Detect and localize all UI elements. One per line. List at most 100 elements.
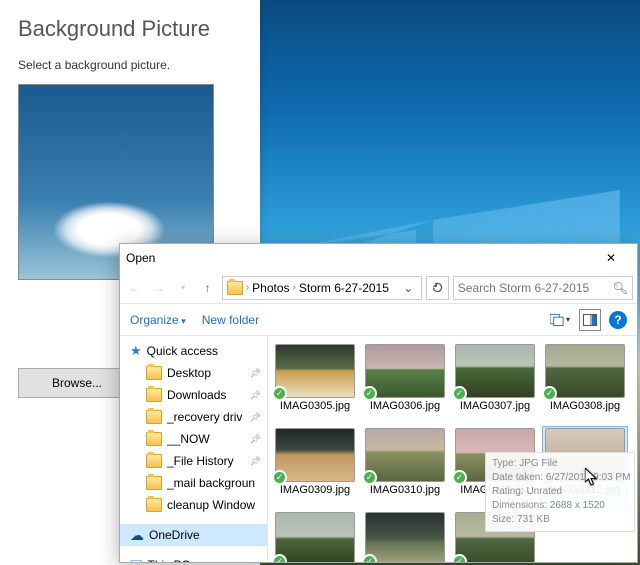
file-name: IMAG0312.jpg [550, 484, 620, 496]
search-icon[interactable]: 🔍︎ [613, 281, 628, 295]
sync-check-icon: ✓ [452, 386, 467, 401]
file-name: IMAG0308.jpg [550, 400, 620, 412]
preview-pane-icon[interactable] [579, 309, 601, 331]
tree-item[interactable]: Desktop 📌︎ [120, 362, 267, 384]
sync-check-icon: ✓ [452, 554, 467, 562]
tree-label: Quick access [147, 344, 218, 358]
close-button[interactable]: ✕ [591, 246, 631, 270]
tree-item[interactable]: _File History 📌︎ [120, 450, 267, 472]
tree-item[interactable]: _recovery driv 📌︎ [120, 406, 267, 428]
file-name: IMAG0311.jpg [460, 484, 530, 496]
tree-item[interactable]: cleanup Window [120, 494, 267, 516]
tree-item[interactable]: _mail backgroun [120, 472, 267, 494]
breadcrumb-part[interactable]: Storm 6-27-2015 [299, 281, 389, 295]
thumbnail-image: ✓ [276, 345, 354, 397]
breadcrumb-dropdown-icon[interactable]: ⌄ [399, 281, 417, 295]
tree-label: _mail backgroun [167, 476, 255, 490]
tree-label: Downloads [167, 388, 226, 402]
nav-back-icon[interactable]: ← [124, 277, 144, 299]
breadcrumb[interactable]: › Photos › Storm 6-27-2015 ⌄ [222, 276, 423, 300]
pin-icon: 📌︎ [250, 390, 261, 401]
tree-this-pc[interactable]: 🖵︎ This PC [120, 554, 267, 562]
file-thumbnail[interactable]: ✓IMAG0315.jpg [452, 510, 538, 562]
sync-check-icon: ✓ [272, 554, 287, 562]
sync-check-icon: ✓ [542, 386, 557, 401]
nav-forward-icon[interactable]: → [148, 277, 168, 299]
file-thumbnail[interactable]: ✓IMAG0308.jpg [542, 342, 628, 424]
file-thumbnail[interactable]: ✓IMAG0305.jpg [272, 342, 358, 424]
file-thumbnail[interactable]: ✓IMAG0309.jpg [272, 426, 358, 508]
tree-label: _File History [167, 454, 234, 468]
pin-icon: 📌︎ [250, 456, 261, 467]
navigation-tree: ★ Quick access Desktop📌︎Downloads📌︎_reco… [120, 336, 268, 562]
pin-icon: 📌︎ [250, 434, 261, 445]
panel-subtitle: Select a background picture. [18, 58, 242, 72]
monitor-icon: 🖵︎ [130, 557, 143, 562]
tree-label: This PC [148, 558, 191, 562]
sync-check-icon: ✓ [362, 554, 377, 562]
organize-menu[interactable]: Organize [130, 313, 186, 327]
folder-icon [146, 388, 162, 402]
refresh-button[interactable] [426, 276, 448, 300]
file-thumbnail[interactable]: ✓IMAG0314.jpg [362, 510, 448, 562]
file-thumbnail[interactable]: ✓IMAG0312.jpg [542, 426, 628, 508]
file-name: IMAG0306.jpg [370, 400, 440, 412]
star-icon: ★ [130, 343, 142, 359]
folder-icon [146, 366, 162, 380]
tree-item[interactable]: __NOW 📌︎ [120, 428, 267, 450]
file-list: ✓IMAG0305.jpg✓IMAG0306.jpg✓IMAG0307.jpg✓… [268, 336, 637, 562]
search-field[interactable] [458, 281, 613, 295]
open-file-dialog: Open ✕ ← → ▾ ↑ › Photos › Storm 6-27-201… [119, 243, 638, 563]
thumbnail-image: ✓ [276, 429, 354, 481]
sync-check-icon: ✓ [272, 386, 287, 401]
file-thumbnail[interactable]: ✓IMAG0313.jpg [272, 510, 358, 562]
help-icon[interactable]: ? [609, 311, 627, 329]
tree-label: OneDrive [149, 528, 200, 542]
tree-label: cleanup Window [167, 498, 255, 512]
onedrive-icon: ☁ [130, 527, 144, 544]
sync-check-icon: ✓ [362, 386, 377, 401]
dialog-navbar: ← → ▾ ↑ › Photos › Storm 6-27-2015 ⌄ 🔍︎ [120, 272, 637, 304]
thumbnail-image: ✓ [456, 513, 534, 562]
file-thumbnail[interactable]: ✓IMAG0310.jpg [362, 426, 448, 508]
pin-icon: 📌︎ [250, 412, 261, 423]
panel-title: Background Picture [18, 16, 242, 42]
nav-up-icon[interactable]: ↑ [197, 277, 217, 299]
new-folder-button[interactable]: New folder [202, 313, 259, 327]
view-options-icon[interactable]: ▾ [549, 309, 571, 331]
tree-item[interactable]: Downloads 📌︎ [120, 384, 267, 406]
thumbnail-image: ✓ [366, 345, 444, 397]
file-name: IMAG0305.jpg [280, 400, 350, 412]
thumbnail-image: ✓ [366, 429, 444, 481]
file-name: IMAG0307.jpg [460, 400, 530, 412]
file-thumbnail[interactable]: ✓IMAG0306.jpg [362, 342, 448, 424]
tree-label: Desktop [167, 366, 211, 380]
thumbnail-image: ✓ [456, 345, 534, 397]
file-name: IMAG0309.jpg [280, 484, 350, 496]
thumbnail-image: ✓ [546, 429, 624, 481]
thumbnail-image: ✓ [456, 429, 534, 481]
folder-icon [227, 281, 243, 295]
chevron-right-icon: › [246, 282, 249, 293]
folder-icon [146, 432, 162, 446]
folder-icon [146, 454, 162, 468]
sync-check-icon: ✓ [362, 470, 377, 485]
tree-quick-access[interactable]: ★ Quick access [120, 340, 267, 362]
thumbnail-image: ✓ [276, 513, 354, 562]
pin-icon: 📌︎ [250, 368, 261, 379]
breadcrumb-part[interactable]: Photos [252, 281, 289, 295]
sync-check-icon: ✓ [542, 470, 557, 485]
search-input[interactable]: 🔍︎ [453, 276, 633, 300]
folder-icon [146, 476, 162, 490]
folder-icon [146, 498, 162, 512]
thumbnail-image: ✓ [546, 345, 624, 397]
tree-label: _recovery driv [167, 410, 242, 424]
sync-check-icon: ✓ [272, 470, 287, 485]
dialog-titlebar: Open ✕ [120, 244, 637, 272]
nav-recent-icon[interactable]: ▾ [173, 277, 193, 299]
tree-label: __NOW [167, 432, 210, 446]
dialog-toolbar: Organize New folder ▾ ? [120, 304, 637, 336]
file-thumbnail[interactable]: ✓ IMAG0311.jpg [452, 426, 538, 508]
tree-onedrive[interactable]: ☁ OneDrive [120, 524, 267, 546]
file-thumbnail[interactable]: ✓IMAG0307.jpg [452, 342, 538, 424]
